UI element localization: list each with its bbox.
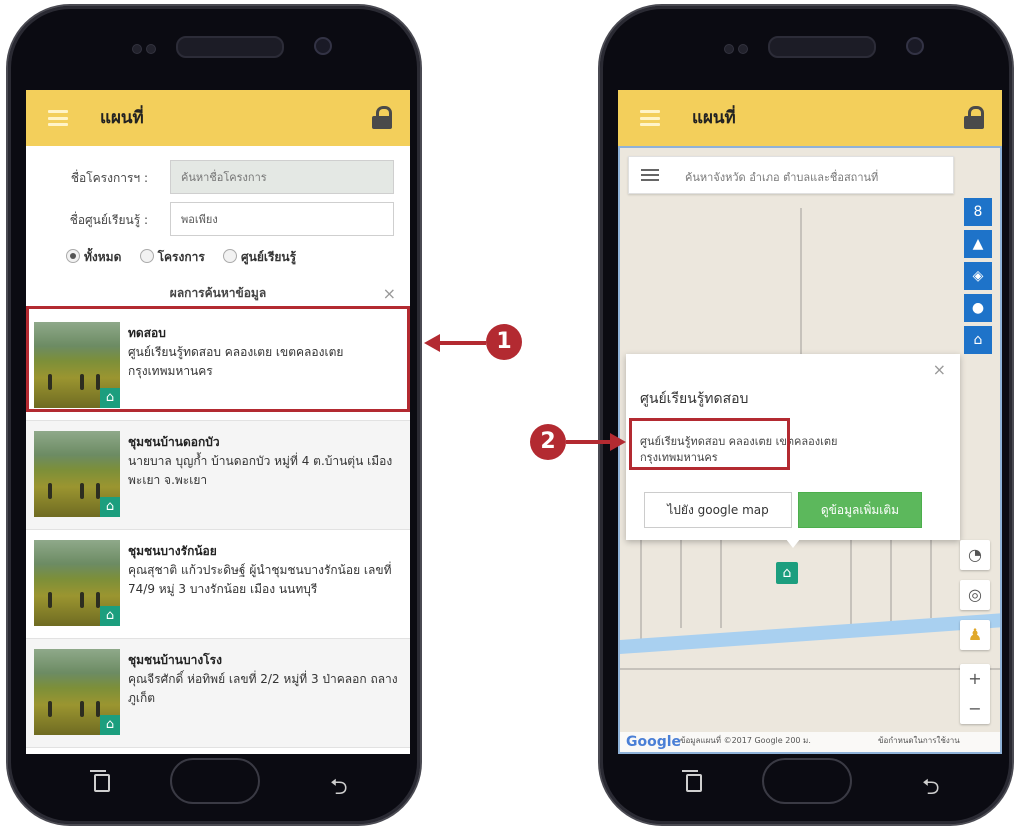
project-label: ชื่อโครงการฯ :: [70, 171, 148, 185]
home-button[interactable]: [170, 758, 260, 804]
list-item[interactable]: ⌂ ชุมชนบ้านบางโรง คุณจีรศักดิ์ ห่อทิพย์ …: [26, 639, 410, 748]
app-title: แผนที่: [100, 108, 144, 128]
app-bar: แผนที่: [618, 90, 1002, 146]
filter-all-radio[interactable]: ทั้งหมด: [66, 248, 121, 267]
callout-1: 1: [486, 324, 522, 360]
front-camera: [314, 37, 332, 55]
app-title: แผนที่: [692, 108, 736, 128]
earpiece-speaker: [176, 36, 284, 58]
google-logo: Google: [626, 734, 682, 750]
layers-icon[interactable]: ◈: [964, 262, 992, 290]
lock-icon[interactable]: [964, 106, 984, 130]
results-title: ผลการค้นหาข้อมูล: [169, 286, 267, 300]
app-bar: แผนที่: [26, 90, 410, 146]
popup-tail: [782, 534, 804, 548]
item-description: คุณสุชาติ แก้วประดิษฐ์ ผู้นำชุมชนบางรักน…: [128, 563, 392, 596]
item-title: ชุมชนบ้านดอกบัว: [128, 435, 220, 449]
soft-keys: ⮌: [600, 754, 1012, 814]
highlight-box-1: [26, 306, 410, 412]
go-to-google-map-button[interactable]: ไปยัง google map: [644, 492, 792, 528]
popup-title: ศูนย์เรียนรู้ทดสอบ: [640, 391, 749, 407]
sensor-dots: [724, 39, 754, 54]
lock-icon[interactable]: [372, 106, 392, 130]
globe-icon[interactable]: ●: [964, 294, 992, 322]
close-icon[interactable]: ×: [933, 360, 946, 379]
phone-right: แผนที่ ค้นหาจังหวัด อำเภอ ตำบลและชื่อสถา…: [600, 6, 1012, 824]
highlight-box-2: [629, 418, 790, 470]
filter-center-radio[interactable]: ศูนย์เรียนรู้: [223, 248, 296, 267]
thumbnail-image: ⌂: [34, 540, 120, 626]
project-row: ชื่อโครงการฯ :: [26, 160, 410, 194]
arrow-1-head: [424, 334, 440, 352]
traffic-icon[interactable]: 8: [964, 198, 992, 226]
arrow-1-line: [436, 341, 486, 345]
filter-radio-group: ทั้งหมด โครงการ ศูนย์เรียนรู้: [66, 248, 310, 268]
arrow-2-line: [566, 440, 612, 444]
filter-project-radio[interactable]: โครงการ: [139, 248, 205, 267]
map-footer: Google ข้อมูลแผนที่ ©2017 Google 200 ม. …: [620, 732, 1000, 752]
zoom-control[interactable]: + −: [960, 664, 990, 724]
close-icon[interactable]: ×: [383, 284, 396, 303]
project-search-input[interactable]: [170, 160, 394, 194]
list-item[interactable]: ⌂ ชุมชนบางรักน้อย คุณสุชาติ แก้วประดิษฐ์…: [26, 530, 410, 639]
road-icon[interactable]: ▲: [964, 230, 992, 258]
center-search-input[interactable]: [170, 202, 394, 236]
river-shape: [620, 610, 1000, 656]
phone-left: แผนที่ ชื่อโครงการฯ : ชื่อศูนย์เรียนรู้ …: [8, 6, 420, 824]
list-icon[interactable]: [641, 169, 659, 183]
front-camera: [906, 37, 924, 55]
home-button[interactable]: [762, 758, 852, 804]
sensor-dots: [132, 39, 162, 54]
home-icon[interactable]: ⌂: [964, 326, 992, 354]
home-icon: ⌂: [100, 715, 120, 735]
arrow-2-head: [610, 433, 626, 451]
list-item[interactable]: ⌂ ชุมชนบ้านดอกบัว นายบาล บุญก้ำ บ้านดอกบ…: [26, 421, 410, 530]
menu-icon[interactable]: [640, 110, 660, 126]
compass-icon[interactable]: ◔: [960, 540, 990, 570]
center-row: ชื่อศูนย์เรียนรู้ :: [26, 202, 410, 236]
left-screen: แผนที่ ชื่อโครงการฯ : ชื่อศูนย์เรียนรู้ …: [26, 90, 410, 754]
location-icon[interactable]: ◎: [960, 580, 990, 610]
home-icon: ⌂: [100, 606, 120, 626]
zoom-in-button[interactable]: +: [960, 664, 990, 694]
item-description: นายบาล บุญก้ำ บ้านดอกบัว หมู่ที่ 4 ต.บ้า…: [128, 454, 393, 487]
recent-apps-icon[interactable]: [682, 770, 702, 792]
home-icon: ⌂: [100, 497, 120, 517]
earpiece-speaker: [768, 36, 876, 58]
thumbnail-image: ⌂: [34, 649, 120, 735]
item-title: ชุมชนบางรักน้อย: [128, 544, 217, 558]
back-icon[interactable]: ⮌: [330, 770, 348, 808]
back-icon[interactable]: ⮌: [922, 770, 940, 808]
item-title: ชุมชนบ้านบางโรง: [128, 653, 222, 667]
thumbnail-image: ⌂: [34, 431, 120, 517]
callout-2: 2: [530, 424, 566, 460]
recent-apps-icon[interactable]: [90, 770, 110, 792]
map-attribution: ข้อมูลแผนที่ ©2017 Google 200 ม.: [680, 736, 811, 745]
map-search-placeholder: ค้นหาจังหวัด อำเภอ ตำบลและชื่อสถานที่: [685, 171, 879, 184]
pegman-icon[interactable]: ♟: [960, 620, 990, 650]
item-description: คุณจีรศักดิ์ ห่อทิพย์ เลขที่ 2/2 หมู่ที่…: [128, 672, 398, 705]
soft-keys: ⮌: [8, 754, 420, 814]
center-label: ชื่อศูนย์เรียนรู้ :: [69, 213, 148, 227]
map-marker-home-icon[interactable]: ⌂: [776, 562, 798, 584]
more-info-button[interactable]: ดูข้อมูลเพิ่มเติม: [798, 492, 922, 528]
zoom-out-button[interactable]: −: [960, 694, 990, 724]
menu-icon[interactable]: [48, 110, 68, 126]
map-terms-link[interactable]: ข้อกำหนดในการใช้งาน: [878, 734, 960, 747]
map-search-bar[interactable]: ค้นหาจังหวัด อำเภอ ตำบลและชื่อสถานที่: [628, 156, 954, 194]
